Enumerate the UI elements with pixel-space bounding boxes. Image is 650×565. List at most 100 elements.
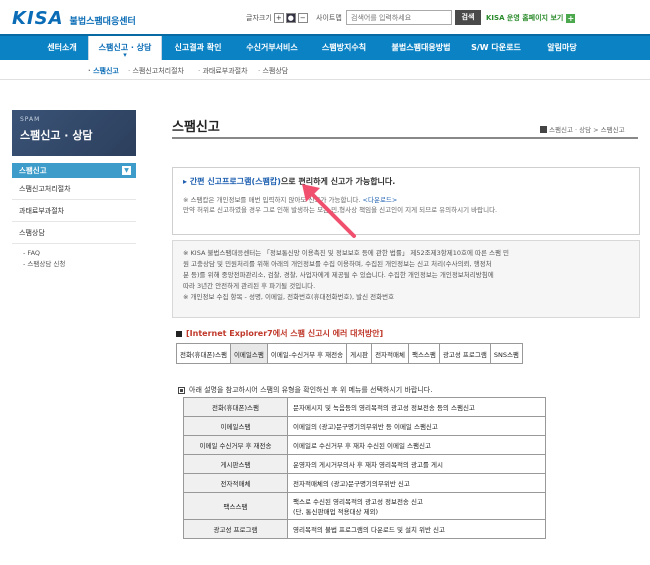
nav-sw-download[interactable]: S/W 다운로드 <box>462 36 530 60</box>
sidebar-banner: SPAM 스팸신고 · 상담 <box>12 110 136 156</box>
sidebar-item-spam-report[interactable]: 스팸신고 ▼ <box>12 163 136 178</box>
square-bullet-icon <box>178 386 185 394</box>
nav-prevention-rules[interactable]: 스팸방지수칙 <box>310 36 378 60</box>
spamcop-link[interactable]: 간편 신고프로그램(스팸캅) <box>190 177 281 186</box>
ie-type-board[interactable]: 게시판 <box>346 343 373 364</box>
search-input[interactable] <box>346 10 452 25</box>
ie-section-title: [Internet Explorer7에서 스팸 신고시 에러 대처방안] <box>176 328 383 339</box>
ie-type-electronic[interactable]: 전자적매체 <box>371 343 409 364</box>
ie-type-fax[interactable]: 팩스스팸 <box>407 343 440 364</box>
banner-en: SPAM <box>20 116 41 123</box>
notice-line-2: 만약 허위로 신고하였을 경우 그로 인해 발생하는 모든 민,형사상 책임을 … <box>183 206 498 214</box>
download-link[interactable]: <다운로드> <box>363 196 398 204</box>
type-desc: 문자메시지 및 녹음등의 영리목적의 광고성 정보전송 등의 스팸신고 <box>287 397 546 417</box>
ie-type-sns[interactable]: SNS스팸 <box>489 343 523 364</box>
font-reset-button[interactable]: ● <box>285 13 296 23</box>
home-icon <box>540 125 547 133</box>
font-size-label: 글자크기 <box>246 14 272 22</box>
banner-title: 스팸신고 · 상담 <box>20 129 93 142</box>
subnav-process[interactable]: 스팸신고처리절차 <box>128 66 184 76</box>
ie-type-adware[interactable]: 광고성 프로그램 <box>438 343 491 364</box>
spam-types-table: 전화(휴대폰)스팸 문자메시지 및 녹음등의 영리목적의 광고성 정보전송 등의… <box>183 397 546 539</box>
type-desc: 이메일의 (광고)문구명기의무위반 등 이메일 스팸신고 <box>287 416 546 436</box>
table-row: 게시판스팸 운영자의 게시거부의사 후 재차 영리목적의 광고를 게시 <box>183 454 546 474</box>
type-name: 광고성 프로그램 <box>183 519 288 539</box>
types-section-title: 아래 설명을 참고하시어 스팸의 유형을 확인하신 후 위 메뉴를 선택하시기 … <box>178 385 432 395</box>
type-desc-note: (단, 통신판매업 적용대상 제외) <box>293 508 379 516</box>
type-desc: 팩스로 수신된 영리목적의 광고성 정보전송 신고 (단, 통신판매업 적용대상… <box>287 492 546 520</box>
sitemap-link[interactable]: 사이트맵 <box>316 13 342 23</box>
type-desc: 운영자의 게시거부의사 후 재차 영리목적의 광고를 게시 <box>287 454 546 474</box>
privacy-line-2: 원 고충상담 및 민원처리를 위해 아래의 개인정보를 수집 이용하며, 수집된… <box>183 260 492 268</box>
types-section-title-text: 아래 설명을 참고하시어 스팸의 유형을 확인하신 후 위 메뉴를 선택하시기 … <box>189 386 433 394</box>
privacy-box: ※ KISA 불법스팸대응센터는 「정보통신망 이용촉진 및 정보보호 등에 관… <box>172 240 640 318</box>
privacy-line-1: ※ KISA 불법스팸대응센터는 「정보통신망 이용촉진 및 정보보호 등에 관… <box>183 249 510 257</box>
ie-type-phone[interactable]: 전화(휴대폰)스팸 <box>176 343 231 364</box>
logo-subtitle: 불법스팸대응센터 <box>69 17 136 27</box>
site-logo[interactable]: KISA 불법스팸대응센터 <box>12 8 136 29</box>
font-size-controls: 글자크기 + ● − <box>246 13 308 23</box>
breadcrumb: 스팸신고 · 상담 > 스팸신고 <box>540 124 625 134</box>
kisa-home-label: KISA 운영 홈페이지 보기 <box>486 14 564 22</box>
privacy-line-3: 분 등)를 위해 중앙전파관리소, 검찰, 경찰, 사업자에게 제공될 수 있습… <box>183 271 494 279</box>
type-desc: 전자적매체의 (광고)문구명기의무위반 신고 <box>287 473 546 493</box>
type-name: 이메일 수신거부 후 재전송 <box>183 435 288 455</box>
page-title: 스팸신고 <box>172 120 220 135</box>
type-name: 전화(휴대폰)스팸 <box>183 397 288 417</box>
sidebar-item-fine[interactable]: 과태료부과절차 <box>12 200 136 222</box>
search-button[interactable]: 검색 <box>455 10 481 25</box>
chevron-down-icon: ▼ <box>122 166 131 175</box>
table-row: 이메일 수신거부 후 재전송 이메일로 수신거부 후 재차 수신된 이메일 스팸… <box>183 435 546 455</box>
sidebar-item-process[interactable]: 스팸신고처리절차 <box>12 178 136 200</box>
subnav-consult[interactable]: 스팸상담 <box>258 66 288 76</box>
ie-type-email-resend[interactable]: 이메일-수신거부 후 재전송 <box>266 343 348 364</box>
subnav-fine-process[interactable]: 과태료부과절차 <box>198 66 247 76</box>
privacy-line-4: 따라 3년간 안전하게 관리된 후 파기될 것입니다. <box>183 282 316 290</box>
privacy-line-5: ※ 개인정보 수집 항목 - 성명, 이메일, 전화번호(휴대전화번호), 발신… <box>183 293 395 301</box>
type-name: 게시판스팸 <box>183 454 288 474</box>
nav-reject-service[interactable]: 수신거부서비스 <box>234 36 310 60</box>
square-bullet-icon <box>176 330 182 337</box>
table-row: 전화(휴대폰)스팸 이메일스팸 이메일-수신거부 후 재전송 게시판 전자적매체… <box>176 343 523 364</box>
sidebar-nav: 스팸신고 ▼ 스팸신고처리절차 과태료부과절차 스팸상담 FAQ 스팸상담 신청 <box>12 163 136 270</box>
sidebar-item-label: 스팸신고 <box>19 166 47 175</box>
nav-response-method[interactable]: 불법스팸대응방법 <box>380 36 462 60</box>
table-row: 팩스스팸 팩스로 수신된 영리목적의 광고성 정보전송 신고 (단, 통신판매업… <box>183 492 546 520</box>
site-header: KISA 불법스팸대응센터 글자크기 + ● − 사이트맵 검색 KISA 운영… <box>0 0 650 34</box>
type-name: 이메일스팸 <box>183 416 288 436</box>
sidebar-subitem-faq[interactable]: FAQ <box>23 248 129 259</box>
nav-spam-report[interactable]: 스팸신고 · 상담 <box>88 36 162 62</box>
subnav-spam-report[interactable]: 스팸신고 <box>88 66 119 76</box>
sidebar-subitems: FAQ 스팸상담 신청 <box>12 244 136 270</box>
table-row: 광고성 프로그램 영리목적의 불법 프로그램의 다운로드 및 설치 위반 신고 <box>183 519 546 539</box>
nav-notice[interactable]: 알림마당 <box>532 36 592 60</box>
table-row: 전화(휴대폰)스팸 문자메시지 및 녹음등의 영리목적의 광고성 정보전송 등의… <box>183 397 546 417</box>
title-divider <box>172 137 638 139</box>
type-desc-line: 팩스로 수신된 영리목적의 광고성 정보전송 신고 <box>293 498 423 506</box>
notice-box: 간편 신고프로그램(스팸캅)으로 편리하게 신고가 가능합니다. ※ 스팸캅은 … <box>172 167 640 235</box>
kisa-home-link[interactable]: KISA 운영 홈페이지 보기 + <box>486 13 576 23</box>
table-row: 이메일스팸 이메일의 (광고)문구명기의무위반 등 이메일 스팸신고 <box>183 416 546 436</box>
pointer-arrow-icon <box>302 184 356 238</box>
nav-result-check[interactable]: 신고결과 확인 <box>166 36 230 60</box>
sidebar-item-consult[interactable]: 스팸상담 <box>12 222 136 244</box>
breadcrumb-text: 스팸신고 · 상담 > 스팸신고 <box>549 126 625 134</box>
type-desc: 이메일로 수신거부 후 재차 수신된 이메일 스팸신고 <box>287 435 546 455</box>
nav-center-intro[interactable]: 센터소개 <box>30 36 94 60</box>
ie-section-title-text: [Internet Explorer7에서 스팸 신고시 에러 대처방안] <box>186 329 384 338</box>
notice-line-1: ※ 스팸캅은 개인정보를 매번 입력하지 않아도 신고가 가능합니다. <다운로… <box>183 195 629 205</box>
logo-kisa: KISA <box>12 8 64 29</box>
ie-type-table: 전화(휴대폰)스팸 이메일스팸 이메일-수신거부 후 재전송 게시판 전자적매체… <box>176 343 523 364</box>
ie-type-email[interactable]: 이메일스팸 <box>229 343 268 364</box>
notice-lead: 간편 신고프로그램(스팸캅)으로 편리하게 신고가 가능합니다. <box>183 176 629 187</box>
type-desc: 영리목적의 불법 프로그램의 다운로드 및 설치 위반 신고 <box>287 519 546 539</box>
font-decrease-button[interactable]: − <box>297 13 308 23</box>
font-increase-button[interactable]: + <box>273 13 284 23</box>
main-nav: 센터소개 스팸신고 · 상담 신고결과 확인 수신거부서비스 스팸방지수칙 불법… <box>0 34 650 62</box>
type-name: 전자적매체 <box>183 473 288 493</box>
table-row: 전자적매체 전자적매체의 (광고)문구명기의무위반 신고 <box>183 473 546 493</box>
type-name: 팩스스팸 <box>183 492 288 520</box>
sidebar-subitem-consult-apply[interactable]: 스팸상담 신청 <box>23 259 129 270</box>
sub-nav: 스팸신고 스팸신고처리절차 과태료부과절차 스팸상담 <box>0 60 650 80</box>
plus-icon: + <box>566 13 576 23</box>
